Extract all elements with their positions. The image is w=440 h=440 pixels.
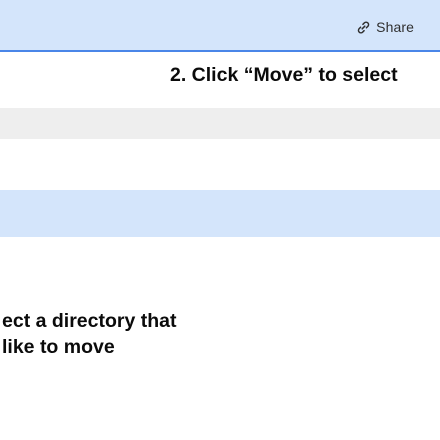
share-label: Share (376, 19, 414, 35)
list-header-row (0, 108, 440, 139)
instruction-step-1-line-2: like to move (2, 336, 115, 358)
instruction-step-1: ect a directory that like to move (2, 308, 176, 360)
link-icon (356, 20, 371, 35)
instruction-step-1-line-1: ect a directory that (2, 310, 177, 332)
share-button[interactable]: Share (356, 17, 414, 37)
header-bar: Share (0, 0, 440, 52)
selected-list-item[interactable] (0, 190, 440, 237)
list-item[interactable] (0, 139, 440, 190)
instruction-step-2: 2. Click “Move” to select (170, 64, 398, 86)
